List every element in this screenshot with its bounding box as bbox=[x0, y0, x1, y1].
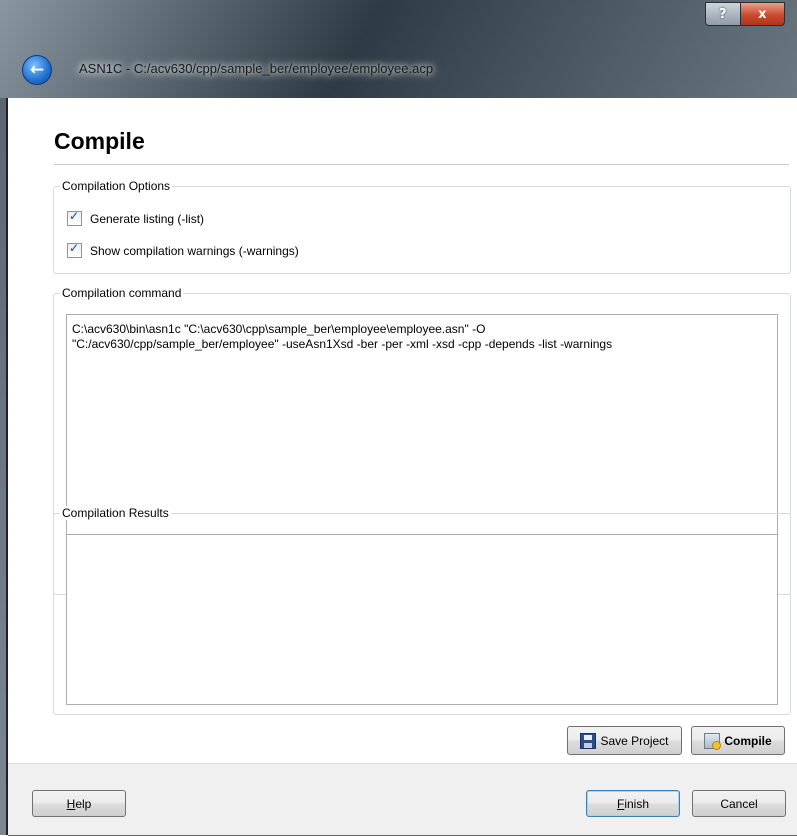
compilation-command-text: C:\acv630\bin\asn1c "C:\acv630\cpp\sampl… bbox=[72, 322, 613, 351]
save-project-label: Save Project bbox=[600, 733, 669, 748]
compilation-results-textbox[interactable] bbox=[66, 534, 778, 705]
cancel-button-label: Cancel bbox=[720, 796, 758, 811]
checkmark-icon: ✓ bbox=[69, 241, 80, 255]
checkmark-icon: ✓ bbox=[69, 209, 80, 223]
generate-listing-label[interactable]: Generate listing (-list) bbox=[90, 212, 204, 226]
wizard-page: Compile Compilation Options ✓ Generate l… bbox=[8, 98, 797, 763]
cancel-button[interactable]: Cancel bbox=[692, 790, 786, 817]
back-arrow-icon[interactable]: ← bbox=[22, 55, 52, 85]
wizard-footer: Help Finish Cancel bbox=[8, 763, 797, 836]
title-bar: ? x ← ASN1C - C:/acv630/cpp/sample_ber/e… bbox=[0, 0, 797, 98]
compilation-results-group: Compilation Results bbox=[53, 506, 791, 715]
compilation-options-group: Compilation Options ✓ Generate listing (… bbox=[53, 179, 791, 274]
show-warnings-label[interactable]: Show compilation warnings (-warnings) bbox=[90, 244, 299, 258]
page-title: Compile bbox=[54, 128, 145, 154]
help-button-label: Help bbox=[66, 796, 92, 811]
generate-listing-checkbox-row[interactable]: ✓ Generate listing (-list) bbox=[67, 209, 204, 226]
help-icon[interactable]: ? bbox=[705, 2, 740, 26]
window-frame-left bbox=[0, 98, 8, 835]
show-warnings-checkbox[interactable]: ✓ bbox=[67, 241, 82, 258]
finish-button[interactable]: Finish bbox=[586, 790, 680, 817]
compile-button[interactable]: Compile bbox=[691, 726, 785, 755]
compilation-results-label: Compilation Results bbox=[60, 506, 171, 520]
compile-icon bbox=[704, 732, 722, 750]
window-controls: ? x bbox=[705, 2, 785, 26]
window-title: ASN1C - C:/acv630/cpp/sample_ber/employe… bbox=[79, 61, 434, 76]
compile-label: Compile bbox=[724, 733, 772, 748]
title-divider bbox=[54, 164, 789, 165]
finish-button-label: Finish bbox=[616, 796, 650, 811]
generate-listing-checkbox[interactable]: ✓ bbox=[67, 209, 82, 226]
compilation-command-label: Compilation command bbox=[60, 286, 184, 300]
close-icon[interactable]: x bbox=[739, 2, 785, 26]
show-warnings-checkbox-row[interactable]: ✓ Show compilation warnings (-warnings) bbox=[67, 241, 299, 258]
save-project-button[interactable]: Save Project bbox=[567, 726, 682, 755]
save-disk-icon bbox=[580, 732, 597, 749]
compilation-results-text bbox=[67, 535, 777, 549]
compilation-options-label: Compilation Options bbox=[60, 179, 173, 193]
help-button[interactable]: Help bbox=[32, 790, 126, 817]
